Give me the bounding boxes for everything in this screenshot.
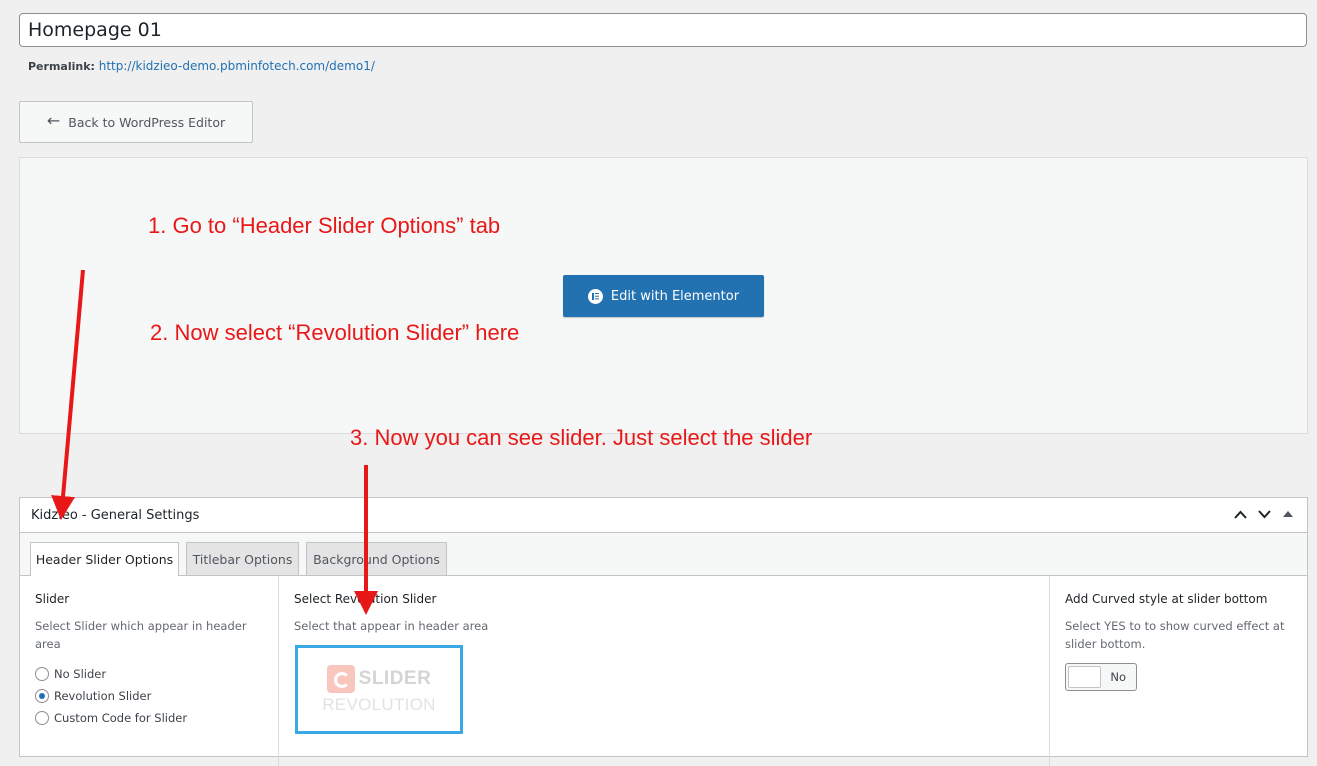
chevron-up-icon[interactable] [1233, 505, 1247, 523]
elementor-icon [587, 288, 603, 304]
radio-button-selected[interactable] [35, 689, 49, 703]
toggle-knob [1068, 666, 1101, 688]
revolution-slider-field: Select Revolution Slider Select that app… [279, 576, 1050, 766]
metabox-controls [1233, 505, 1295, 523]
curved-style-toggle[interactable]: No [1065, 663, 1137, 691]
revolution-field-label: Select Revolution Slider [294, 592, 437, 606]
back-to-wordpress-editor-button[interactable]: ← Back to WordPress Editor [19, 101, 253, 143]
revolution-field-description: Select that appear in header area [294, 619, 489, 633]
tab-background-options[interactable]: Background Options [306, 542, 447, 575]
slider-revolution-logo-icon [326, 664, 355, 693]
curved-field-label: Add Curved style at slider bottom [1065, 592, 1268, 606]
elementor-button-label: Edit with Elementor [610, 288, 740, 304]
radio-button[interactable] [35, 667, 49, 681]
chevron-down-icon[interactable] [1257, 505, 1271, 523]
edit-with-elementor-button[interactable]: Edit with Elementor [563, 275, 764, 317]
annotation-step-1: 1. Go to “Header Slider Options” tab [148, 213, 501, 238]
radio-label: Revolution Slider [54, 689, 152, 703]
permalink-link[interactable]: http://kidzieo-demo.pbminfotech.com/demo… [99, 59, 375, 73]
slider-field: Slider Select Slider which appear in hea… [20, 576, 279, 766]
permalink: Permalink: http://kidzieo-demo.pbminfote… [28, 59, 375, 73]
annotation-step-2: 2. Now select “Revolution Slider” here [150, 320, 520, 345]
arrow-left-icon: ← [46, 111, 61, 130]
general-settings-metabox: Kidzieo - General Settings Header Slider… [19, 497, 1308, 766]
collapse-toggle-icon[interactable] [1281, 505, 1295, 523]
radio-label: No Slider [54, 667, 107, 681]
settings-columns: Slider Select Slider which appear in hea… [20, 576, 1307, 766]
slider-revolution-thumbnail[interactable]: SLIDER REVOLUTION [295, 645, 463, 734]
tab-header-slider-options[interactable]: Header Slider Options [30, 542, 179, 576]
annotation-step-3: 3. Now you can see slider. Just select t… [350, 425, 813, 450]
radio-label: Custom Code for Slider [54, 711, 188, 725]
settings-tabs: Header Slider Options Titlebar Options B… [20, 533, 1307, 576]
radio-button[interactable] [35, 711, 49, 725]
curved-field-description: Select YES to to show curved effect at s… [1065, 619, 1285, 651]
post-title-input[interactable]: Homepage 01 [19, 13, 1307, 47]
permalink-label: Permalink: [28, 60, 95, 73]
curved-style-field: Add Curved style at slider bottom Select… [1050, 576, 1308, 766]
slider-field-label: Slider [35, 592, 70, 606]
radio-no-slider[interactable]: No Slider [35, 663, 263, 685]
slider-revolution-logo: SLIDER [326, 664, 432, 693]
radio-custom-code[interactable]: Custom Code for Slider [35, 707, 263, 729]
logo-text-bottom: REVOLUTION [322, 694, 436, 714]
tab-titlebar-options[interactable]: Titlebar Options [186, 542, 299, 575]
radio-revolution-slider[interactable]: Revolution Slider [35, 685, 263, 707]
toggle-label: No [1110, 670, 1126, 684]
metabox-header: Kidzieo - General Settings [20, 498, 1307, 533]
slider-field-description: Select Slider which appear in header are… [35, 619, 247, 651]
back-button-label: Back to WordPress Editor [68, 114, 226, 130]
metabox-title: Kidzieo - General Settings [31, 507, 200, 523]
logo-text-top: SLIDER [358, 667, 432, 689]
